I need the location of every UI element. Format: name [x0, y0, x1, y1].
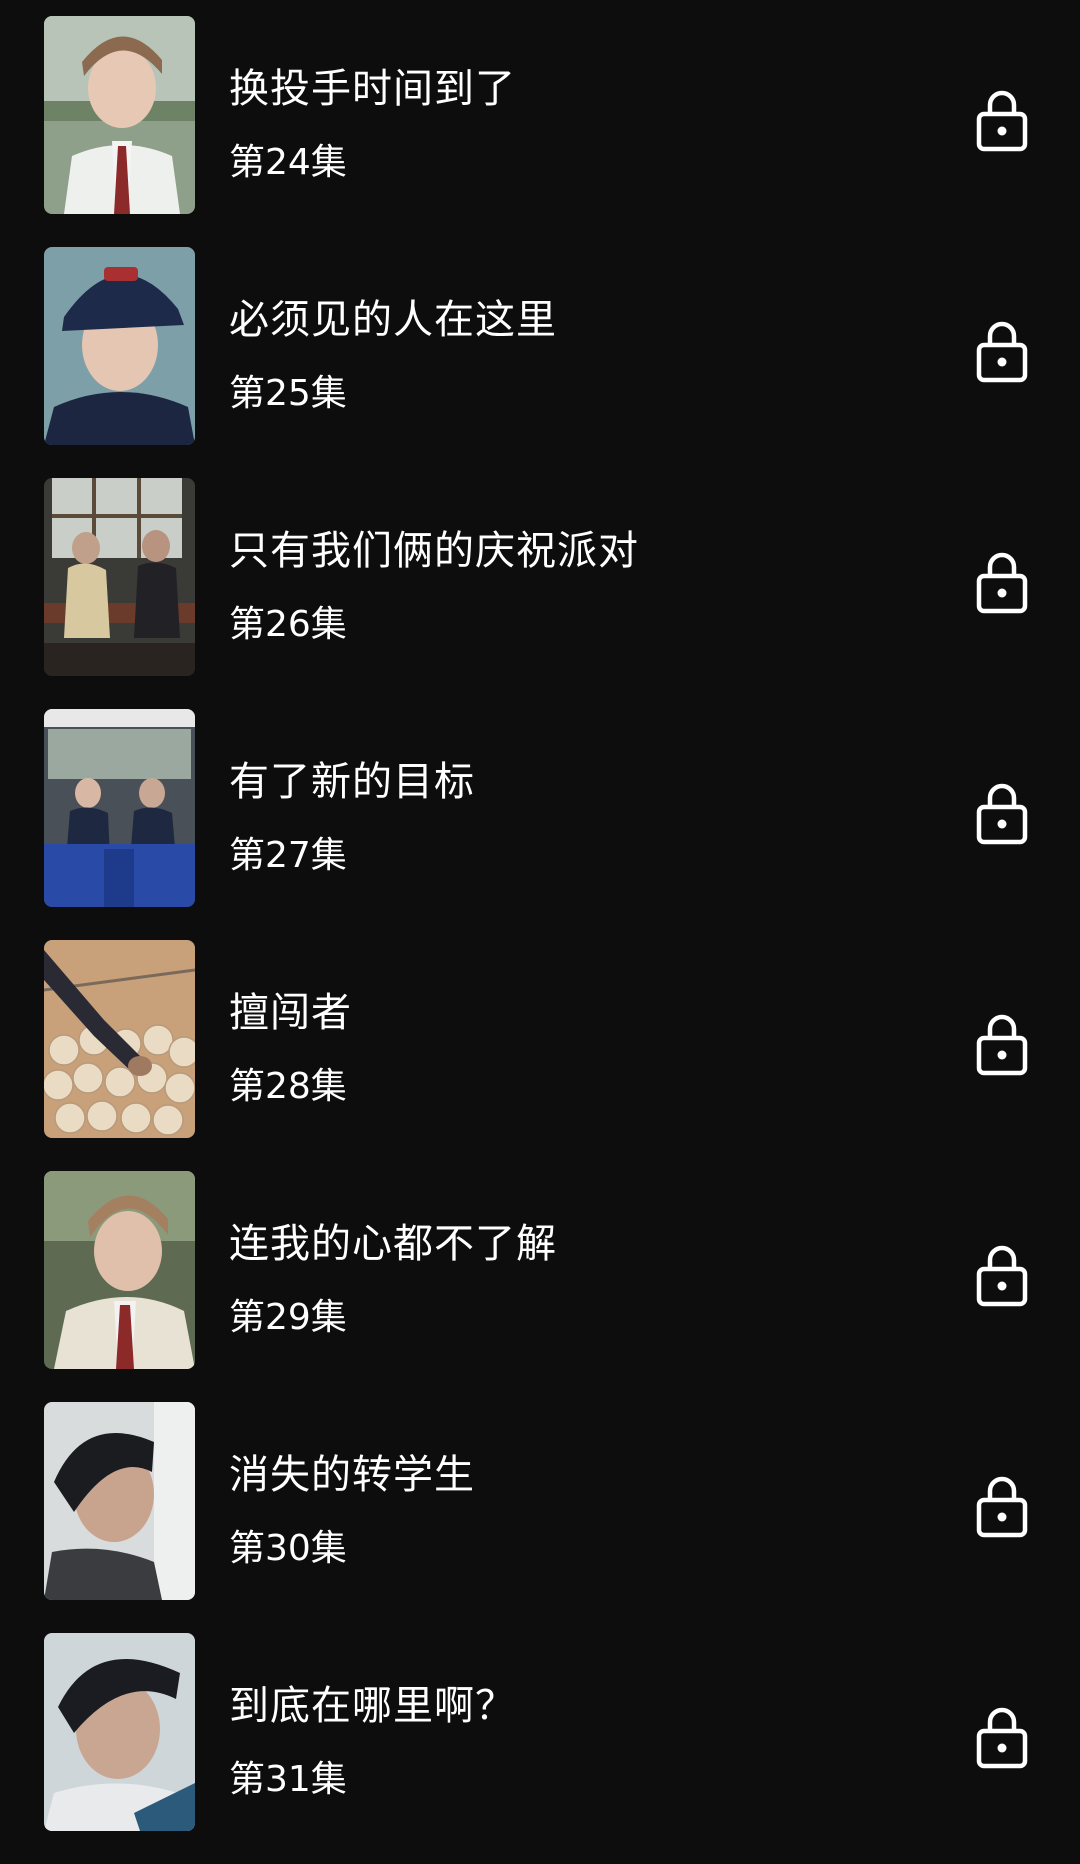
episode-thumbnail[interactable]	[44, 1402, 195, 1600]
episode-number: 第25集	[229, 373, 347, 414]
lock-icon	[975, 319, 1029, 383]
episode-row[interactable]: 只有我们俩的庆祝派对 第26集	[0, 478, 1080, 676]
episode-row[interactable]: 换投手时间到了 第24集	[0, 16, 1080, 214]
episode-title: 有了新的目标	[229, 759, 475, 805]
episode-row[interactable]: 擅闯者 第28集	[0, 940, 1080, 1138]
episode-title: 擅闯者	[229, 990, 352, 1036]
lock-icon	[975, 1012, 1029, 1076]
episode-thumbnail[interactable]	[44, 1633, 195, 1831]
episode-number: 第31集	[229, 1759, 347, 1800]
episode-title: 换投手时间到了	[229, 66, 516, 112]
episode-number: 第24集	[229, 142, 347, 183]
lock-icon	[975, 1243, 1029, 1307]
episode-title: 只有我们俩的庆祝派对	[229, 528, 639, 574]
episode-number: 第27集	[229, 835, 347, 876]
lock-icon	[975, 88, 1029, 152]
episode-thumbnail[interactable]	[44, 16, 195, 214]
lock-icon	[975, 550, 1029, 614]
episode-list: 换投手时间到了 第24集 必须见的人在这里 第25集 只有我们俩的庆祝派对 第2…	[0, 16, 1080, 1864]
episode-row[interactable]: 有了新的目标 第27集	[0, 709, 1080, 907]
episode-row[interactable]: 到底在哪里啊？ 第31集	[0, 1633, 1080, 1831]
episode-title: 必须见的人在这里	[229, 297, 557, 343]
lock-icon	[975, 1705, 1029, 1769]
episode-row[interactable]: 消失的转学生 第30集	[0, 1402, 1080, 1600]
lock-icon	[975, 781, 1029, 845]
episode-number: 第26集	[229, 604, 347, 645]
episode-thumbnail[interactable]	[44, 940, 195, 1138]
lock-icon	[975, 1474, 1029, 1538]
episode-number: 第30集	[229, 1528, 347, 1569]
episode-title: 连我的心都不了解	[229, 1221, 557, 1267]
episode-thumbnail[interactable]	[44, 709, 195, 907]
episode-row[interactable]: 必须见的人在这里 第25集	[0, 247, 1080, 445]
episode-thumbnail[interactable]	[44, 1171, 195, 1369]
episode-row[interactable]: 连我的心都不了解 第29集	[0, 1171, 1080, 1369]
episode-thumbnail[interactable]	[44, 247, 195, 445]
episode-number: 第29集	[229, 1297, 347, 1338]
episode-thumbnail[interactable]	[44, 478, 195, 676]
episode-title: 消失的转学生	[229, 1452, 475, 1498]
episode-title: 到底在哪里啊？	[229, 1683, 516, 1729]
episode-number: 第28集	[229, 1066, 347, 1107]
